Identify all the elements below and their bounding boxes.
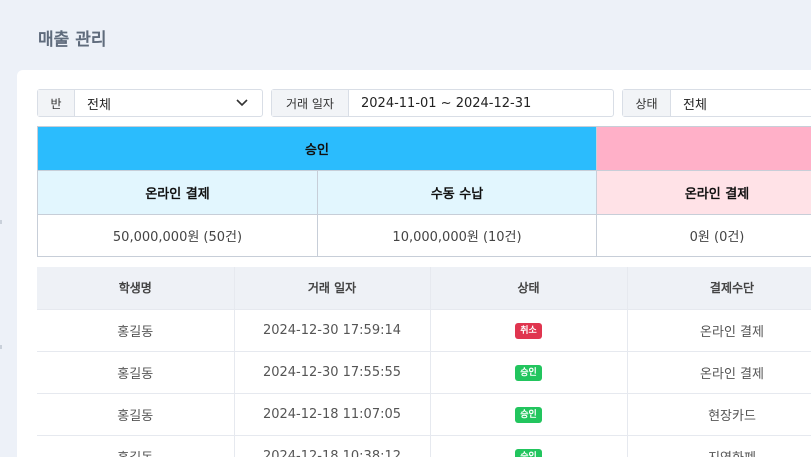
edge-marker [0,220,2,224]
payment-method-cell: 지역화폐 [627,434,811,457]
status-badge: 승인 [515,364,542,381]
edge-marker [0,345,2,349]
student-name-cell: 홍길동 [37,308,235,351]
approve-manual-value: 10,000,000원 (10건) [316,214,598,257]
approve-header: 승인 [36,126,598,171]
column-header-method[interactable]: 결제수단 [627,267,811,309]
sales-card: 반 전체 거래 일자 2024-11-01 ~ 2024-12-31 상태 전체… [17,70,811,457]
summary-table: 승인 온라인 결제 수동 수납 온라인 결제 50,000,000원 (50건)… [36,126,811,257]
transaction-date-cell: 2024-12-30 17:59:14 [234,308,431,351]
transaction-date-cell: 2024-12-18 10:38:12 [234,434,431,457]
transaction-date-cell: 2024-12-18 11:07:05 [234,392,431,435]
status-badge: 취소 [515,322,542,339]
payment-method-cell: 온라인 결제 [627,308,811,351]
filter-bar: 반 전체 거래 일자 2024-11-01 ~ 2024-12-31 상태 전체 [37,89,811,117]
date-filter-label: 거래 일자 [272,90,349,116]
table-row[interactable]: 홍길동 2024-12-18 11:07:05 승인 현장카드 [37,392,811,435]
approve-online-value: 50,000,000원 (50건) [37,214,318,257]
cancel-online-value: 0원 (0건) [596,214,811,257]
column-header-student[interactable]: 학생명 [37,267,235,309]
column-header-date[interactable]: 거래 일자 [234,267,431,309]
table-row[interactable]: 홍길동 2024-12-30 17:55:55 승인 온라인 결제 [37,350,811,393]
class-filter-label: 반 [38,90,75,116]
status-cell: 승인 [430,392,628,435]
approve-online-label: 온라인 결제 [37,170,318,215]
table-row[interactable]: 홍길동2024-12-18 10:38:12 승인 지역화폐 [37,434,811,457]
status-select[interactable]: 전체 [671,90,811,116]
status-cell: 취소 [430,308,628,351]
transaction-table: 학생명 거래 일자 상태 결제수단 홍길동 2024-12-30 17:59:14… [37,267,811,457]
transaction-date-cell: 2024-12-30 17:55:55 [234,350,431,393]
date-range-input[interactable]: 2024-11-01 ~ 2024-12-31 [349,90,613,116]
status-filter[interactable]: 상태 전체 [622,89,811,117]
status-badge: 승인 [515,406,542,423]
student-name-cell: 홍길동 [37,350,235,393]
page-title: 매출 관리 [38,30,107,50]
status-badge: 승인 [515,448,542,457]
cancel-header [596,126,811,171]
status-filter-label: 상태 [623,90,671,116]
status-cell: 승인 [430,350,628,393]
chevron-down-icon [236,99,248,107]
cancel-online-label: 온라인 결제 [596,170,811,215]
table-header-row: 학생명 거래 일자 상태 결제수단 [37,267,811,309]
class-select[interactable]: 전체 [75,90,262,116]
student-name-cell: 홍길동 [37,392,235,435]
payment-method-cell: 현장카드 [627,392,811,435]
status-cell: 승인 [430,434,628,457]
date-filter[interactable]: 거래 일자 2024-11-01 ~ 2024-12-31 [271,89,614,117]
class-select-value: 전체 [87,97,111,113]
column-header-status[interactable]: 상태 [430,267,628,309]
approve-manual-label: 수동 수납 [316,170,598,215]
payment-method-cell: 온라인 결제 [627,350,811,393]
class-filter[interactable]: 반 전체 [37,89,263,117]
table-row[interactable]: 홍길동 2024-12-30 17:59:14 취소 온라인 결제 [37,308,811,351]
student-name-cell: 홍길동 [37,434,235,457]
